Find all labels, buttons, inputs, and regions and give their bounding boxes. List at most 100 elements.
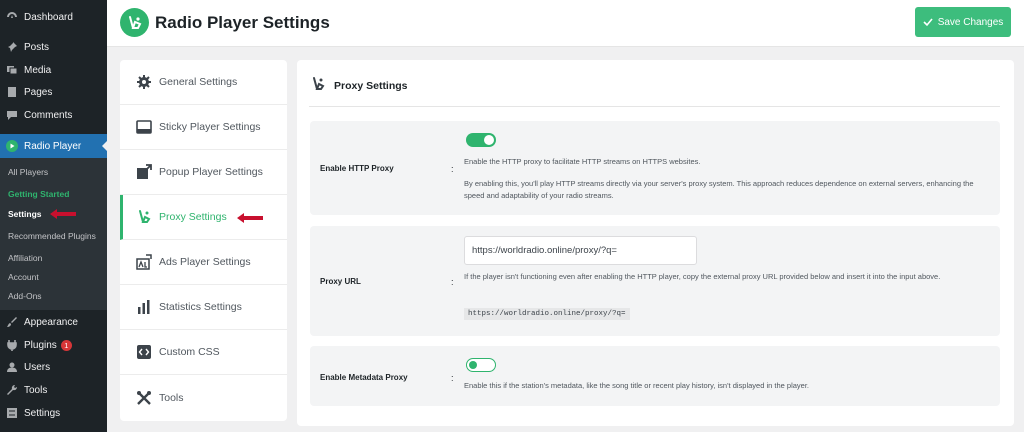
menu-users[interactable]: Users — [0, 356, 107, 378]
tab-custom-css[interactable]: Custom CSS — [120, 330, 287, 375]
bar-chart-icon — [136, 299, 152, 315]
tab-label: Proxy Settings — [159, 211, 227, 223]
metadata-proxy-label: Enable Metadata Proxy — [320, 373, 408, 382]
tab-label: General Settings — [159, 76, 238, 88]
radio-player-logo-icon — [120, 8, 149, 37]
http-proxy-details: By enabling this, you'll play HTTP strea… — [464, 179, 974, 200]
sticky-player-icon — [136, 119, 152, 135]
menu-label: Appearance — [24, 316, 78, 328]
dashboard-icon — [6, 11, 18, 23]
code-icon — [136, 344, 152, 360]
http-proxy-label: Enable HTTP Proxy — [320, 164, 394, 173]
metadata-proxy-row: Enable Metadata Proxy : Enable this if t… — [310, 346, 1000, 406]
menu-label: Radio Player — [24, 140, 82, 152]
section-title: Proxy Settings — [334, 79, 408, 92]
menu-pages[interactable]: Pages — [0, 81, 107, 103]
proxy-url-code: https://worldradio.online/proxy/?q= — [464, 308, 630, 320]
submenu-recommended-plugins[interactable]: Recommended Plugins — [8, 231, 96, 241]
menu-radio-player[interactable]: Radio Player — [0, 134, 107, 158]
menu-label: Pages — [24, 86, 53, 98]
menu-label: Comments — [24, 109, 73, 121]
ads-icon — [136, 254, 152, 270]
media-icon — [6, 64, 18, 76]
toggle-knob — [469, 360, 477, 369]
save-changes-button[interactable]: Save Changes — [915, 7, 1011, 37]
user-icon — [6, 361, 18, 373]
radio-player-icon — [6, 140, 18, 152]
menu-label: Settings — [24, 407, 61, 419]
menu-media[interactable]: Media — [0, 59, 107, 81]
menu-label: Dashboard — [24, 11, 73, 23]
annotation-arrow — [237, 213, 263, 223]
metadata-proxy-toggle[interactable] — [466, 358, 496, 372]
proxy-url-description: If the player isn't functioning even aft… — [464, 272, 941, 281]
page-title: Radio Player Settings — [155, 13, 330, 32]
wrench-icon — [6, 384, 18, 396]
submenu-all-players[interactable]: All Players — [8, 167, 48, 177]
tab-tools[interactable]: Tools — [120, 375, 287, 420]
http-proxy-row: Enable HTTP Proxy : Enable the HTTP prox… — [310, 121, 1000, 215]
tab-proxy-settings[interactable]: Proxy Settings — [120, 195, 287, 240]
colon: : — [451, 277, 454, 287]
submenu-account[interactable]: Account — [8, 272, 39, 282]
tab-statistics-settings[interactable]: Statistics Settings — [120, 285, 287, 330]
page-icon — [6, 86, 18, 98]
tab-popup-player-settings[interactable]: Popup Player Settings — [120, 150, 287, 195]
annotation-arrow — [50, 209, 76, 219]
radio-player-submenu: All Players Getting Started Settings Rec… — [0, 158, 107, 310]
save-changes-label: Save Changes — [937, 16, 1004, 28]
toggle-knob — [484, 135, 494, 145]
submenu-add-ons[interactable]: Add-Ons — [8, 291, 42, 301]
proxy-url-input[interactable] — [464, 236, 697, 265]
menu-label: Posts — [24, 41, 50, 53]
menu-appearance[interactable]: Appearance — [0, 311, 107, 333]
tab-label: Sticky Player Settings — [159, 121, 261, 133]
colon: : — [451, 164, 454, 174]
submenu-getting-started[interactable]: Getting Started — [8, 189, 69, 199]
menu-label: Tools — [24, 384, 48, 396]
http-proxy-toggle[interactable] — [466, 133, 496, 147]
settings-tab-nav: General Settings Sticky Player Settings … — [120, 60, 287, 421]
gear-icon — [136, 74, 152, 90]
menu-settings[interactable]: Settings — [0, 402, 107, 424]
popup-icon — [136, 164, 152, 180]
comment-icon — [6, 109, 18, 121]
pin-icon — [6, 41, 18, 53]
menu-comments[interactable]: Comments — [0, 104, 107, 126]
tools-icon — [136, 390, 152, 406]
menu-label: Plugins — [24, 339, 57, 351]
tab-sticky-player-settings[interactable]: Sticky Player Settings — [120, 105, 287, 150]
tab-label: Popup Player Settings — [159, 166, 263, 178]
plug-icon — [6, 339, 18, 351]
http-proxy-description: Enable the HTTP proxy to facilitate HTTP… — [464, 157, 701, 166]
colon: : — [451, 373, 454, 383]
proxy-url-row: Proxy URL : If the player isn't function… — [310, 226, 1000, 336]
tab-general-settings[interactable]: General Settings — [120, 60, 287, 105]
tab-ads-player-settings[interactable]: Ads Player Settings — [120, 240, 287, 285]
tab-label: Ads Player Settings — [159, 256, 251, 268]
proxy-url-label: Proxy URL — [320, 277, 361, 286]
check-icon — [923, 18, 933, 27]
brush-icon — [6, 316, 18, 328]
menu-label: Users — [24, 361, 51, 373]
tab-label: Tools — [159, 391, 184, 404]
settings-sliders-icon — [6, 407, 18, 419]
divider — [309, 106, 1000, 107]
tab-label: Statistics Settings — [159, 301, 242, 313]
submenu-settings[interactable]: Settings — [8, 209, 42, 219]
metadata-proxy-description: Enable this if the station's metadata, l… — [464, 381, 809, 390]
menu-posts[interactable]: Posts — [0, 36, 107, 58]
menu-tools[interactable]: Tools — [0, 379, 107, 401]
wp-admin-sidebar: Dashboard Posts Media Pages Comments Rad… — [0, 0, 107, 432]
menu-dashboard[interactable]: Dashboard — [0, 6, 107, 28]
page-header: Radio Player Settings Save Changes — [107, 0, 1024, 47]
menu-label: Media — [24, 64, 52, 76]
proxy-icon — [136, 209, 152, 225]
proxy-settings-panel: Proxy Settings Enable HTTP Proxy : Enabl… — [297, 60, 1014, 426]
menu-plugins[interactable]: Plugins 1 — [0, 334, 107, 356]
proxy-icon — [311, 76, 325, 95]
active-indicator — [102, 141, 107, 151]
section-header: Proxy Settings — [311, 76, 408, 95]
tab-label: Custom CSS — [159, 346, 220, 358]
submenu-affiliation[interactable]: Affiliation — [8, 253, 42, 263]
